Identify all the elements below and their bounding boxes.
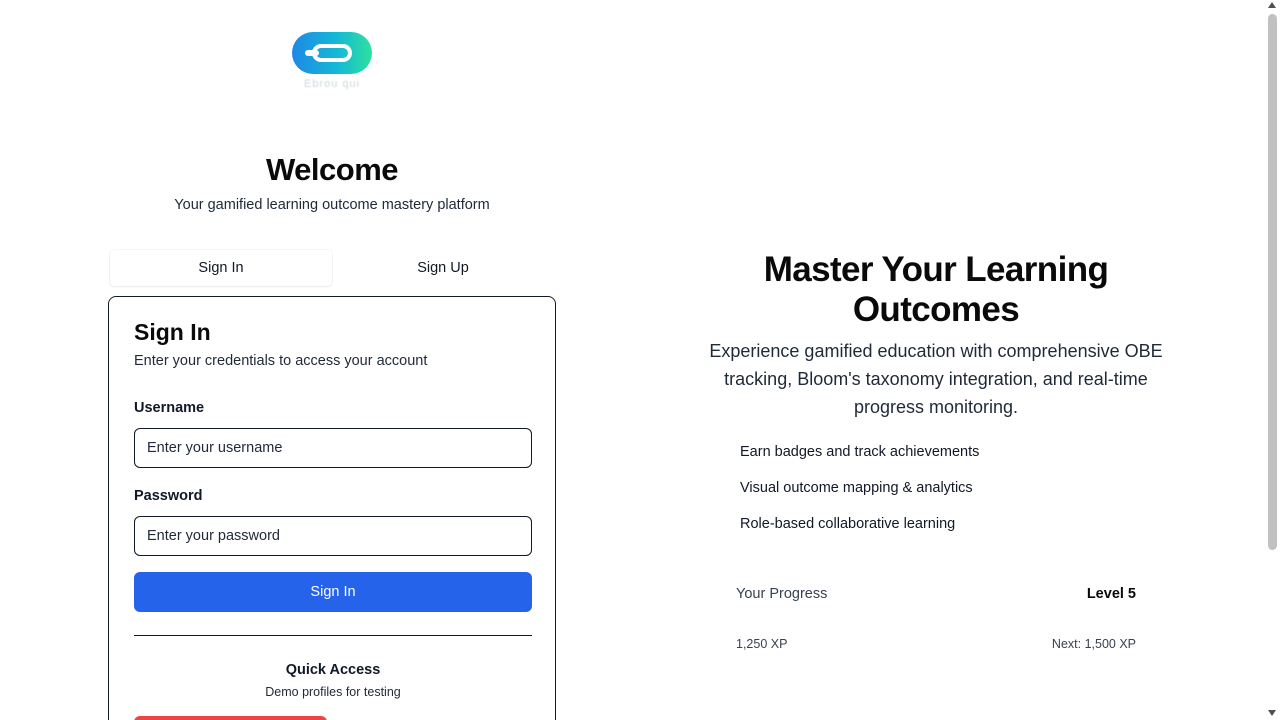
logo-dot: [305, 50, 319, 56]
sign-in-button[interactable]: Sign In: [134, 572, 532, 612]
card-title: Sign In: [134, 319, 211, 345]
welcome-title: Welcome: [265, 152, 399, 187]
progress-level: Level 5: [1086, 586, 1136, 602]
divider: [134, 635, 532, 636]
hero-subtitle: Experience gamified education with compr…: [709, 341, 1163, 417]
quick-access-title: Quick Access: [285, 662, 381, 678]
feature-item: Role-based collaborative learning: [740, 516, 956, 532]
hero-title: Master Your Learning Outcomes: [763, 250, 1109, 329]
demo-profile-button[interactable]: [134, 716, 327, 720]
progress-next: Next: 1,500 XP: [1051, 637, 1136, 651]
quick-access-subtitle: Demo profiles for testing: [265, 685, 401, 699]
progress-card: Your Progress Level 5 1,250 XP Next: 1,5…: [736, 584, 1136, 664]
username-label: Username: [134, 400, 205, 416]
auth-tabs: Sign In Sign Up: [110, 250, 554, 286]
welcome-subtitle: Your gamified learning outcome mastery p…: [174, 197, 490, 213]
logo-text: Ebrou qui: [303, 78, 361, 90]
scrollbar-thumb[interactable]: [1268, 14, 1277, 550]
logo-mark: [292, 32, 372, 74]
username-input[interactable]: [134, 428, 532, 468]
app-logo: Ebrou qui: [284, 30, 380, 100]
tab-sign-in[interactable]: Sign In: [110, 250, 332, 286]
progress-xp: 1,250 XP: [736, 637, 788, 651]
auth-panel: Ebrou qui Welcome Your gamified learning…: [108, 0, 556, 720]
scroll-down-arrow-icon[interactable]: [1268, 710, 1276, 716]
password-input[interactable]: [134, 516, 532, 556]
card-description: Enter your credentials to access your ac…: [134, 353, 428, 369]
hero-panel: Master Your Learning Outcomes Experience…: [706, 0, 1166, 720]
signin-card: Sign In Enter your credentials to access…: [108, 296, 556, 720]
progress-label: Your Progress: [736, 586, 828, 602]
feature-item: Visual outcome mapping & analytics: [740, 480, 973, 496]
page-scrollbar[interactable]: [1265, 0, 1280, 720]
feature-item: Earn badges and track achievements: [740, 444, 980, 460]
tab-sign-up[interactable]: Sign Up: [332, 250, 554, 286]
scroll-up-arrow-icon[interactable]: [1268, 2, 1276, 8]
feature-list: Earn badges and track achievements Visua…: [740, 444, 979, 552]
password-label: Password: [134, 488, 203, 504]
